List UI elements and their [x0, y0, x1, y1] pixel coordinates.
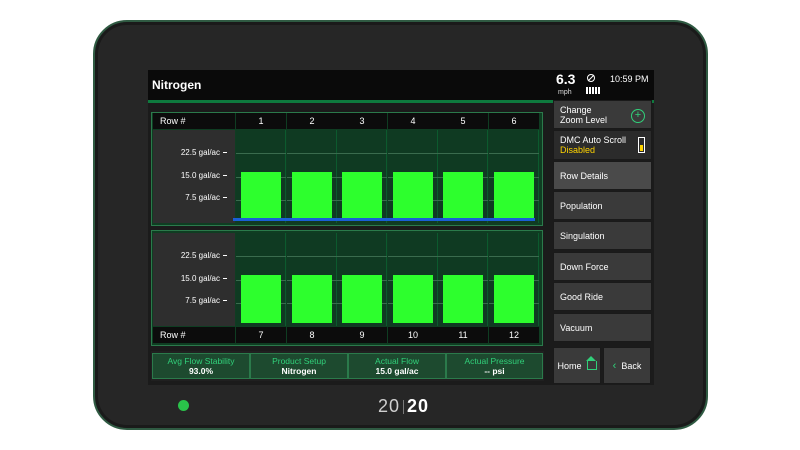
flow-bar — [292, 275, 332, 323]
y-tick: 22.5 gal/ac — [181, 251, 227, 260]
y-tick: 7.5 gal/ac — [185, 193, 227, 202]
bars-area-top: 123456 — [236, 113, 539, 223]
signal-strength-icon — [586, 87, 602, 94]
top-bar: Nitrogen 6.3 mph 10:59 PM — [148, 70, 654, 100]
row-number-label: Row # — [160, 330, 186, 340]
back-label: Back — [621, 360, 642, 371]
row-number-1[interactable]: 1 — [236, 113, 286, 129]
row-number-10[interactable]: 10 — [388, 327, 438, 343]
sidebar-item-vacuum[interactable]: Vacuum — [553, 313, 652, 342]
flow-bar — [292, 172, 332, 220]
status-indicator-icon — [638, 137, 645, 153]
row-number-8[interactable]: 8 — [287, 327, 337, 343]
change-zoom-label: Change Zoom Level — [560, 104, 608, 125]
summary-actual-pressure[interactable]: Actual Pressure -- psi — [446, 353, 543, 379]
row-number-5[interactable]: 5 — [438, 113, 488, 129]
row-number-2[interactable]: 2 — [287, 113, 337, 129]
dmc-title: DMC Auto Scroll — [560, 135, 627, 145]
row-number-12[interactable]: 12 — [489, 327, 539, 343]
row-number-9[interactable]: 9 — [337, 327, 387, 343]
row-number-3[interactable]: 3 — [337, 113, 387, 129]
change-zoom-button[interactable]: Change Zoom Level + — [553, 100, 652, 129]
y-tick: 22.5 gal/ac — [181, 148, 227, 157]
row-number-4[interactable]: 4 — [388, 113, 438, 129]
speed-value: 6.3 — [556, 71, 576, 87]
grid-line — [489, 256, 539, 258]
grid-line — [287, 153, 337, 155]
chevron-left-icon: ‹ — [612, 359, 617, 372]
flow-bar — [494, 275, 534, 323]
grid-line — [489, 153, 539, 155]
grid-line — [438, 153, 488, 155]
summary-flow-stability[interactable]: Avg Flow Stability 93.0% — [152, 353, 250, 379]
y-tick: 7.5 gal/ac — [185, 296, 227, 305]
page-title: Nitrogen — [152, 78, 202, 92]
plus-icon: + — [631, 109, 645, 123]
brand-logo: 20 20 — [378, 396, 430, 416]
summary-actual-flow[interactable]: Actual Flow 15.0 gal/ac — [348, 353, 446, 379]
row-chart-top: Row # 22.5 gal/ac 15.0 gal/ac 7.5 gal/ac… — [151, 112, 543, 226]
sidebar-item-row-details[interactable]: Row Details — [553, 161, 652, 190]
y-tick: 15.0 gal/ac — [181, 274, 227, 283]
dmc-auto-scroll-toggle[interactable]: DMC Auto Scroll Disabled — [553, 130, 652, 160]
grid-line — [337, 256, 387, 258]
flow-bar — [241, 172, 281, 220]
y-axis-top: 22.5 gal/ac 15.0 gal/ac 7.5 gal/ac — [153, 130, 235, 223]
grid-line — [388, 256, 438, 258]
screen: Nitrogen 6.3 mph 10:59 PM Row # 22.5 gal… — [148, 70, 654, 385]
sidebar-item-good-ride[interactable]: Good Ride — [553, 282, 652, 311]
summary-bar: Avg Flow Stability 93.0% Product Setup N… — [151, 351, 544, 381]
clock: 10:59 PM — [610, 74, 649, 84]
speed-unit: mph — [558, 89, 572, 96]
y-tick: 15.0 gal/ac — [181, 171, 227, 180]
row-number-6[interactable]: 6 — [489, 113, 539, 129]
row-number-11[interactable]: 11 — [438, 327, 488, 343]
row-chart-bottom: 22.5 gal/ac 15.0 gal/ac 7.5 gal/ac Row #… — [151, 230, 543, 346]
grid-line — [287, 256, 337, 258]
flow-bar — [393, 275, 433, 323]
grid-line — [438, 256, 488, 258]
grid-line — [388, 153, 438, 155]
gps-satellite-icon — [587, 74, 595, 82]
bars-area-bottom: 7 8 9 10 11 12 — [236, 231, 539, 343]
flow-bar — [443, 172, 483, 220]
sidebar-item-population[interactable]: Population — [553, 191, 652, 220]
row-header-cell: Row # — [153, 113, 235, 129]
home-button[interactable]: Home — [553, 347, 601, 384]
divider-blue-top — [233, 218, 535, 221]
row-footer-cell: Row # — [153, 327, 235, 343]
flow-bar — [494, 172, 534, 220]
sidebar-item-down-force[interactable]: Down Force — [553, 252, 652, 281]
sidebar-item-singulation[interactable]: Singulation — [553, 221, 652, 250]
y-axis-bottom: 22.5 gal/ac 15.0 gal/ac 7.5 gal/ac — [153, 233, 235, 326]
home-icon — [585, 356, 597, 370]
home-label: Home — [557, 360, 582, 371]
flow-bar — [393, 172, 433, 220]
dmc-status: Disabled — [560, 145, 596, 155]
power-led — [178, 400, 189, 411]
flow-bar — [342, 172, 382, 220]
grid-line — [337, 153, 387, 155]
back-button[interactable]: ‹ Back — [603, 347, 651, 384]
flow-bar — [443, 275, 483, 323]
row-number-7[interactable]: 7 — [236, 327, 286, 343]
flow-bar — [342, 275, 382, 323]
summary-product-setup[interactable]: Product Setup Nitrogen — [250, 353, 348, 379]
flow-bar — [241, 275, 281, 323]
grid-line — [236, 256, 286, 258]
row-number-label: Row # — [160, 116, 186, 126]
grid-line — [236, 153, 286, 155]
